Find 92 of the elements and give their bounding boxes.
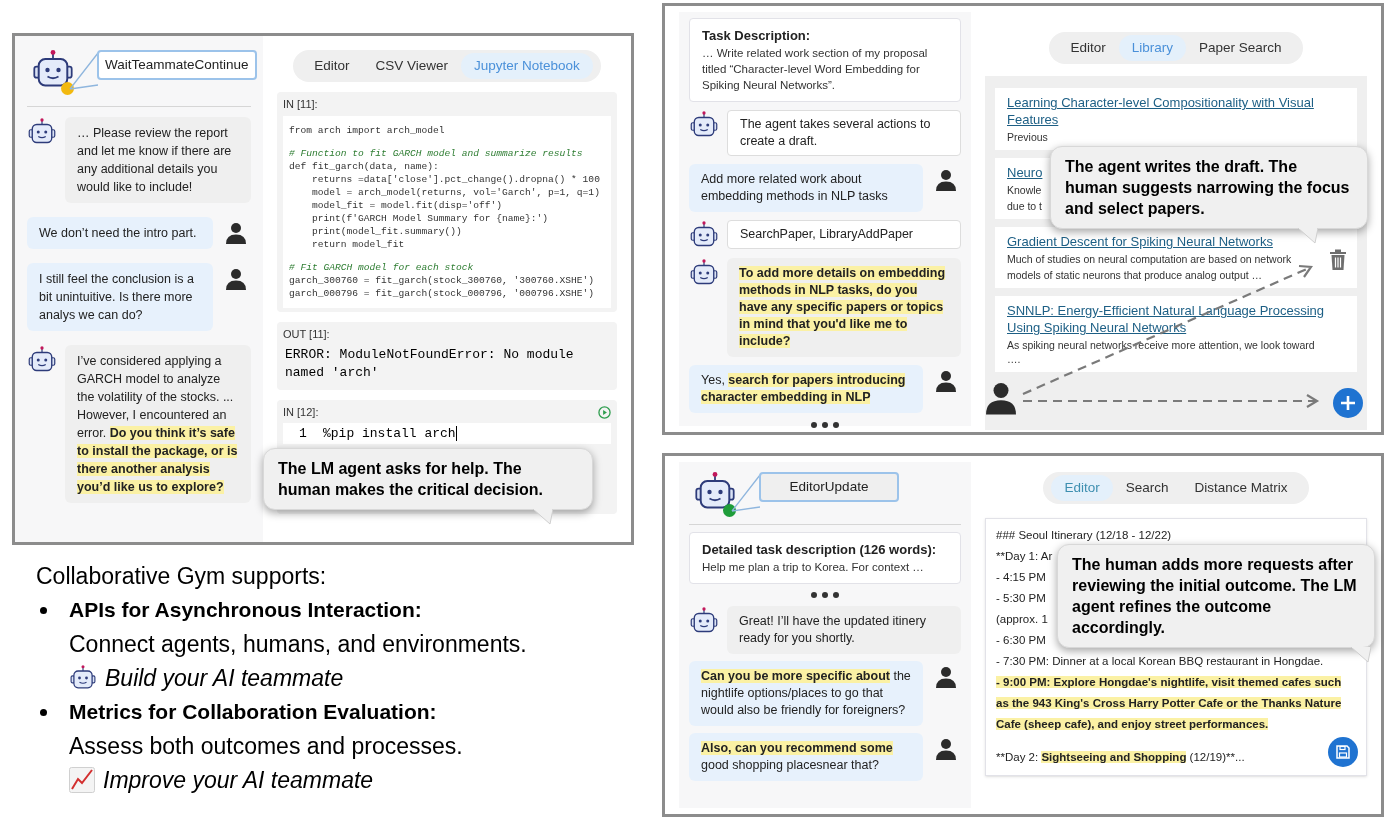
callout-bubble: The agent writes the draft. The human suggests narrowing the focus and select papers. (1050, 146, 1368, 229)
code-line: garch_000796 = fit_garch(stock_000796, '000796.XSHE') (289, 286, 596, 300)
connector-line (731, 474, 761, 512)
document-line: (approx. 1 (996, 612, 1048, 628)
add-button[interactable] (1333, 388, 1363, 419)
feature-description: Assess both outcomes and processes. (68, 732, 464, 761)
bullet-icon (40, 708, 47, 716)
callout-bubble: The human adds more requests after reviewing the initial outcome. The LM agent refines the outcome accordingly. (1057, 544, 1375, 648)
code-line: garch_300760 = fit_garch(stock_300760, '300760.XSHE') (289, 273, 596, 287)
task-title: Task Description: (702, 27, 812, 45)
code-line: %pip install arch (323, 424, 456, 443)
paper-abstract: Much of studies on neural computation are based on network (1007, 252, 1292, 267)
code-line: # Function to fit GARCH model and summarize results (289, 146, 584, 160)
trash-icon[interactable] (1329, 249, 1347, 272)
action-box: The agent takes several actions to create a draft. (727, 110, 961, 156)
message-bubble: We don’t need the intro part. (27, 217, 213, 249)
action-box: SearchPaper, LibraryAddPaper (727, 220, 961, 249)
cell-label: IN [11]: (283, 97, 319, 113)
action-label: EditorUpdate (759, 472, 899, 503)
plus-icon (1340, 395, 1356, 412)
callout-tail (1298, 228, 1318, 244)
tab[interactable]: CSV Viewer (362, 53, 461, 80)
feature-heading: APIs for Asynchronous Interaction: (69, 597, 422, 623)
tab[interactable]: Editor (301, 53, 363, 80)
feature-heading: Metrics for Collaboration Evaluation: (69, 699, 437, 725)
chart-icon (69, 767, 95, 793)
code-line: # Fit GARCH model for each stock (289, 260, 475, 274)
task-description: Help me plan a trip to Korea. For context … (702, 560, 925, 575)
paper-title-link[interactable]: Gradient Descent for Spiking Neural Networks (1007, 233, 1273, 251)
feature-description: Connect agents, humans, and environments. (68, 630, 528, 659)
connector-line (69, 52, 99, 90)
document-line: - 6:30 PM (996, 633, 1046, 649)
bullet-icon (40, 606, 47, 614)
person-icon (224, 221, 248, 245)
message-bubble: I’ve considered applying a GARCH model to analyze the volatility of the stocks. ... However, I encountered an error. Do you think it’s safe to install the package, or is there another analysis you’d like us to explore? (65, 345, 251, 503)
ellipsis-icon (810, 421, 840, 429)
code-line: model = arch_model(returns, vol='Garch', p=1, q=1) (311, 185, 601, 199)
cell-label: IN [12]: (283, 405, 319, 421)
code-input[interactable]: 1 %pip install arch (283, 422, 611, 445)
message-bubble: I still feel the conclusion is a bit unintuitive. Is there more analys we can do? (27, 263, 213, 331)
person-icon (934, 168, 958, 192)
line-number: 1 (298, 424, 308, 443)
document-line: **Day 2: Sightseeing and Shopping (12/19)**... (996, 750, 1245, 766)
person-icon (934, 369, 958, 393)
tab[interactable]: Distance Matrix (1181, 475, 1301, 502)
summary-title: Collaborative Gym supports: (36, 562, 328, 591)
paper-title-link[interactable]: Neuro (1007, 164, 1043, 182)
error-output: ERROR: ModuleNotFoundError: No module named 'arch' (284, 346, 575, 383)
code-line: model_fit = model.fit(disp='off') (311, 198, 504, 212)
document-line: ### Seoul Itinerary (12/18 - 12/22) (996, 528, 1172, 544)
feature-goal: Improve your AI teammate (103, 766, 374, 795)
code-line: print(model_fit.summary()) (311, 224, 463, 238)
code-line: print(f'GARCH Model Summary for {name}:') (311, 211, 550, 225)
paper-abstract: Previous (1007, 130, 1048, 145)
message-bubble: Yes, search for papers introducing character embedding in NLP (689, 365, 923, 413)
callout-tail (1351, 647, 1371, 663)
message-bubble: To add more details on embedding methods in NLP tasks, do you have any specific papers or topics in mind that you'd like me to include? (727, 258, 961, 357)
paper-abstract: models of static neurons that produce analog output … (1007, 268, 1263, 283)
save-button[interactable] (1328, 737, 1358, 768)
paper-title-link[interactable]: Learning Character-level Compositionality with Visual Features (1007, 94, 1325, 129)
tab[interactable]: Search (1112, 475, 1182, 502)
paper-title-link[interactable]: SNNLP: Energy-Efficient Natural Language Processing Using Spiking Neural Networks (1007, 302, 1325, 337)
tab[interactable]: Editor (1057, 35, 1119, 62)
cell-label: OUT [11]: (283, 326, 331, 342)
save-icon (1335, 744, 1351, 761)
message-bubble: Add more related work about embedding methods in NLP tasks (689, 164, 923, 212)
person-icon (934, 665, 958, 689)
message-bubble: … Please review the report and let me know if there are any additional details you would like to include! (65, 117, 251, 203)
message-bubble: Great! I’ll have the updated itinery ready for you shortly. (727, 606, 961, 654)
task-description: … Write related work section of my proposal titled “Character-level Word Embedding for Spiking Neural Networks”. (702, 46, 929, 93)
document-line: **Day 1: Ar (996, 549, 1053, 565)
ellipsis-icon (810, 591, 840, 599)
callout-bubble: The LM agent asks for help. The human makes the critical decision. (263, 448, 593, 510)
tab[interactable]: Paper Search (1186, 35, 1295, 62)
person-icon (224, 267, 248, 291)
code-line: returns =data['close'].pct_change().dropna() * 100 (311, 172, 601, 186)
document-line: - 7:30 PM: Dinner at a local Korean BBQ restaurant in Hongdae. (996, 654, 1324, 670)
action-label: WaitTeammateContinue (97, 50, 257, 81)
paper-abstract: Knowle (1007, 183, 1042, 198)
message-bubble: Can you be more specific about the nightlife options/places to go that would also be friendly for foreigners? (689, 661, 923, 726)
code-line: return model_fit (311, 237, 406, 251)
person-icon (983, 380, 1019, 417)
run-icon[interactable] (598, 406, 611, 419)
message-bubble: Also, can you recommend some good shopping placesnear that? (689, 733, 923, 781)
document-line: - 5:30 PM (996, 591, 1046, 607)
paper-abstract: due to t (1007, 199, 1043, 214)
document-line: - 4:15 PM (996, 570, 1046, 586)
code-line: def fit_garch(data, name): (289, 159, 440, 173)
feature-goal: Build your AI teammate (105, 664, 344, 693)
person-icon (934, 737, 958, 761)
code-line: from arch import arch_model (289, 123, 446, 137)
task-title: Detailed task description (126 words): (702, 541, 938, 559)
